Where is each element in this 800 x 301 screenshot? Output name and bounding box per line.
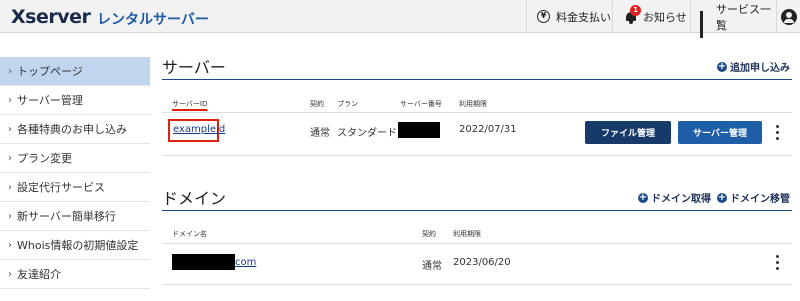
sidebar-item-plan-change[interactable]: › プラン変更: [0, 144, 150, 173]
logo-subtitle: レンタルサーバー: [97, 12, 209, 28]
plus-circle-icon: +: [717, 60, 727, 72]
domain-contract: 通常: [422, 261, 442, 272]
sidebar-item-benefits[interactable]: › 各種特典のお申し込み: [0, 115, 150, 144]
sidebar-item-label: プラン変更: [17, 152, 72, 165]
logo[interactable]: Xserver: [11, 6, 91, 28]
grid-icon: [700, 11, 710, 38]
chevron-right-icon: ›: [8, 210, 12, 222]
more-options-icon[interactable]: [776, 255, 780, 270]
services-label: サービス一覧: [716, 2, 771, 32]
chevron-right-icon: ›: [8, 181, 12, 193]
sidebar-item-label: サーバー管理: [17, 94, 83, 107]
more-options-icon[interactable]: [776, 125, 780, 140]
server-add-link[interactable]: + 追加申し込み: [717, 59, 790, 74]
domain-transfer-label: ドメイン移管: [730, 194, 790, 205]
yen-icon: ¥: [537, 10, 550, 23]
sidebar-item-label: 新サーバー簡単移行: [17, 210, 116, 223]
sidebar-item-migration[interactable]: › 新サーバー簡単移行: [0, 202, 150, 231]
column-header-server-number: サーバー番号: [400, 100, 442, 108]
plus-circle-icon: +: [638, 191, 648, 203]
column-header-domain-expiry: 利用期限: [453, 230, 481, 238]
domain-name-link[interactable]: com: [235, 257, 256, 268]
sidebar-item-label: 友達紹介: [17, 268, 61, 281]
payment-label: 料金支払い: [556, 10, 611, 24]
column-header-contract: 契約: [310, 100, 324, 108]
server-plan: スタンダード: [337, 128, 397, 139]
domain-acquire-link[interactable]: + ドメイン取得: [638, 190, 711, 205]
sidebar-item-label: 各種特典のお申し込み: [17, 123, 127, 136]
redacted-server-number: [398, 122, 440, 138]
sidebar-item-label: Whois情報の初期値設定: [17, 239, 139, 252]
chevron-right-icon: ›: [8, 94, 12, 106]
account-nav[interactable]: [776, 0, 800, 33]
server-section-divider: [162, 79, 792, 80]
sidebar-item-top[interactable]: › トップページ: [0, 57, 150, 86]
domain-expiry: 2023/06/20: [453, 257, 511, 268]
sidebar-item-label: 設定代行サービス: [17, 181, 105, 194]
chevron-right-icon: ›: [8, 239, 12, 251]
services-nav[interactable]: サービス一覧: [690, 0, 776, 38]
sidebar-item-setup-service[interactable]: › 設定代行サービス: [0, 173, 150, 202]
payment-nav[interactable]: ¥ 料金支払い: [526, 0, 612, 33]
redacted-domain-name: [172, 254, 235, 270]
domain-section-divider: [162, 210, 792, 211]
user-icon: [781, 8, 797, 25]
column-header-domain-name: ドメイン名: [172, 230, 207, 238]
file-manager-button[interactable]: ファイル管理: [585, 121, 671, 144]
server-id-link[interactable]: exampleid: [173, 124, 225, 135]
notices-label: お知らせ: [643, 10, 687, 24]
chevron-right-icon: ›: [8, 65, 12, 77]
column-header-expiry: 利用期限: [459, 100, 487, 108]
sidebar-item-whois[interactable]: › Whois情報の初期値設定: [0, 231, 150, 260]
plus-circle-icon: +: [717, 191, 727, 203]
domain-section-title: ドメイン: [162, 189, 227, 208]
server-manager-button[interactable]: サーバー管理: [678, 121, 762, 144]
chevron-right-icon: ›: [8, 123, 12, 135]
sidebar-item-referral[interactable]: › 友達紹介: [0, 260, 150, 289]
column-header-server-id: サーバーID: [172, 100, 208, 108]
server-section-title: サーバー: [162, 58, 226, 77]
sidebar-item-label: トップページ: [17, 65, 83, 78]
notices-nav[interactable]: 1 お知らせ: [612, 0, 690, 33]
top-header: Xserver レンタルサーバー ¥ 料金支払い 1 お知らせ サービス一覧: [0, 0, 800, 38]
table-divider: [162, 243, 792, 244]
server-expiry: 2022/07/31: [459, 124, 517, 135]
bell-icon: 1: [625, 4, 641, 24]
domain-acquire-label: ドメイン取得: [651, 194, 711, 205]
sidebar-item-server-management[interactable]: › サーバー管理: [0, 86, 150, 115]
chevron-right-icon: ›: [8, 152, 12, 164]
table-divider: [162, 112, 792, 113]
server-contract: 通常: [310, 128, 330, 139]
server-add-label: 追加申し込み: [730, 63, 790, 74]
table-row-divider: [162, 155, 792, 156]
notice-badge: 1: [630, 4, 641, 16]
table-row-divider: [162, 284, 792, 285]
sidebar: › トップページ › サーバー管理 › 各種特典のお申し込み › プラン変更 ›…: [0, 57, 150, 289]
domain-transfer-link[interactable]: + ドメイン移管: [717, 190, 790, 205]
chevron-right-icon: ›: [8, 268, 12, 280]
column-header-plan: プラン: [337, 100, 358, 108]
column-header-domain-contract: 契約: [422, 230, 436, 238]
